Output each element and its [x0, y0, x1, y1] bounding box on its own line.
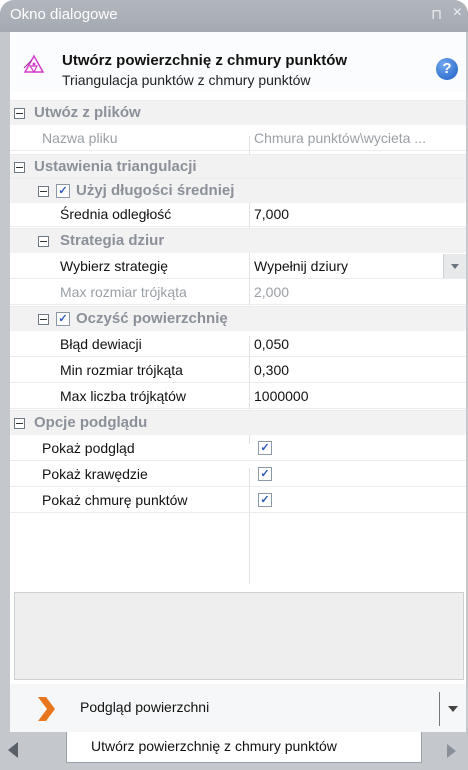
property-row-avg-distance[interactable]: Średnia odległość 7,000	[10, 202, 466, 227]
property-label: Błąd dewiacji	[60, 336, 142, 352]
tab-create-surface[interactable]: Utwórz powierzchnię z chmury punktów	[66, 732, 422, 763]
dialog-window: Okno dialogowe ⊓ × Utwórz powierzchnię z…	[0, 0, 468, 770]
property-row-deviation[interactable]: Błąd dewiacji 0,050	[10, 332, 466, 357]
property-label: Pokaż krawędzie	[42, 466, 148, 482]
preview-surface-label: Podgląd powierzchni	[80, 699, 210, 715]
category-preview[interactable]: Opcje podglądu	[10, 410, 466, 435]
tab-bar: Utwórz powierzchnię z chmury punktów	[0, 732, 468, 770]
category-label: Ustawienia triangulacji	[34, 158, 197, 175]
property-label: Wybierz strategię	[60, 258, 169, 274]
property-row-max-triangle[interactable]: Max rozmiar trójkąta 2,000	[10, 280, 466, 305]
property-value[interactable]: 7,000	[254, 202, 289, 226]
dialog-body: Utwórz powierzchnię z chmury punktów Tri…	[10, 32, 466, 732]
use-average-checkbox[interactable]: ✓	[56, 184, 70, 198]
close-icon[interactable]: ×	[453, 4, 462, 22]
category-use-average[interactable]: ✓ Użyj długości średniej	[10, 178, 466, 203]
title-bar[interactable]: Okno dialogowe ⊓ ×	[0, 0, 468, 32]
collapse-toggle-icon[interactable]	[14, 162, 25, 173]
tab-label: Utwórz powierzchnię z chmury punktów	[91, 738, 337, 754]
clean-surface-checkbox[interactable]: ✓	[56, 312, 70, 326]
show-edges-checkbox[interactable]: ✓	[258, 467, 272, 481]
collapse-toggle-icon[interactable]	[38, 314, 49, 325]
property-value[interactable]: 1000000	[254, 384, 309, 408]
command-header: Utwórz powierzchnię z chmury punktów Tri…	[10, 32, 466, 92]
property-row-min-triangle[interactable]: Min rozmiar trójkąta 0,300	[10, 358, 466, 383]
category-label: Strategia dziur	[60, 232, 165, 249]
collapse-toggle-icon[interactable]	[14, 108, 25, 119]
category-from-files[interactable]: Utwóz z plików	[10, 100, 466, 125]
property-label: Nazwa pliku	[42, 130, 118, 146]
command-title: Utwórz powierzchnię z chmury punktów	[62, 52, 348, 69]
description-panel	[14, 592, 464, 680]
property-row-show-cloud[interactable]: Pokaż chmurę punktów ✓	[10, 488, 466, 513]
property-row-max-count[interactable]: Max liczba trójkątów 1000000	[10, 384, 466, 409]
help-icon[interactable]: ?	[436, 58, 458, 80]
property-row-show-preview[interactable]: Pokaż podgląd ✓	[10, 436, 466, 461]
category-label: Opcje podglądu	[34, 414, 148, 431]
property-label: Min rozmiar trójkąta	[60, 362, 183, 378]
pin-icon[interactable]: ⊓	[431, 6, 442, 23]
category-label: Użyj długości średniej	[76, 182, 235, 199]
collapse-toggle-icon[interactable]	[38, 236, 49, 247]
category-label: Oczyść powierzchnię	[76, 310, 228, 327]
property-row-show-edges[interactable]: Pokaż krawędzie ✓	[10, 462, 466, 487]
collapse-toggle-icon[interactable]	[38, 186, 49, 197]
property-label: Max rozmiar trójkąta	[60, 284, 187, 300]
command-subtitle: Triangulacja punktów z chmury punktów	[62, 72, 311, 88]
window-title: Okno dialogowe	[10, 6, 118, 23]
category-clean[interactable]: ✓ Oczyść powierzchnię	[10, 306, 466, 331]
property-value: Chmura punktów\wycieta ...	[254, 130, 426, 146]
splitter	[439, 692, 440, 726]
property-value: 2,000	[254, 284, 290, 300]
scroll-left-icon[interactable]	[8, 742, 18, 758]
property-row-file-name[interactable]: Nazwa pliku Chmura punktów\wycieta ...	[10, 126, 466, 151]
property-grid: Utwóz z plików Nazwa pliku Chmura punktó…	[10, 92, 466, 584]
play-arrow-icon	[38, 697, 55, 721]
show-preview-checkbox[interactable]: ✓	[258, 441, 272, 455]
chevron-down-icon[interactable]	[443, 254, 466, 278]
property-label: Pokaż chmurę punktów	[42, 492, 188, 508]
chevron-down-icon[interactable]	[448, 706, 458, 712]
property-row-strategy[interactable]: Wybierz strategię Wypełnij dziury	[10, 254, 466, 279]
property-label: Pokaż podgląd	[42, 440, 135, 456]
collapse-toggle-icon[interactable]	[14, 418, 25, 429]
preview-surface-button[interactable]: Podgląd powierzchni	[10, 684, 466, 732]
triangulation-icon	[23, 54, 45, 74]
scroll-right-icon[interactable]	[447, 744, 456, 758]
property-value[interactable]: 0,050	[254, 332, 289, 356]
category-triangulation[interactable]: Ustawienia triangulacji	[10, 154, 466, 179]
property-label: Średnia odległość	[60, 206, 172, 222]
category-label: Utwóz z plików	[34, 104, 141, 121]
strategy-select[interactable]: Wypełnij dziury	[254, 254, 348, 278]
show-cloud-checkbox[interactable]: ✓	[258, 493, 272, 507]
category-holes[interactable]: Strategia dziur	[10, 228, 466, 253]
property-value[interactable]: 0,300	[254, 358, 289, 382]
property-label: Max liczba trójkątów	[60, 388, 187, 404]
